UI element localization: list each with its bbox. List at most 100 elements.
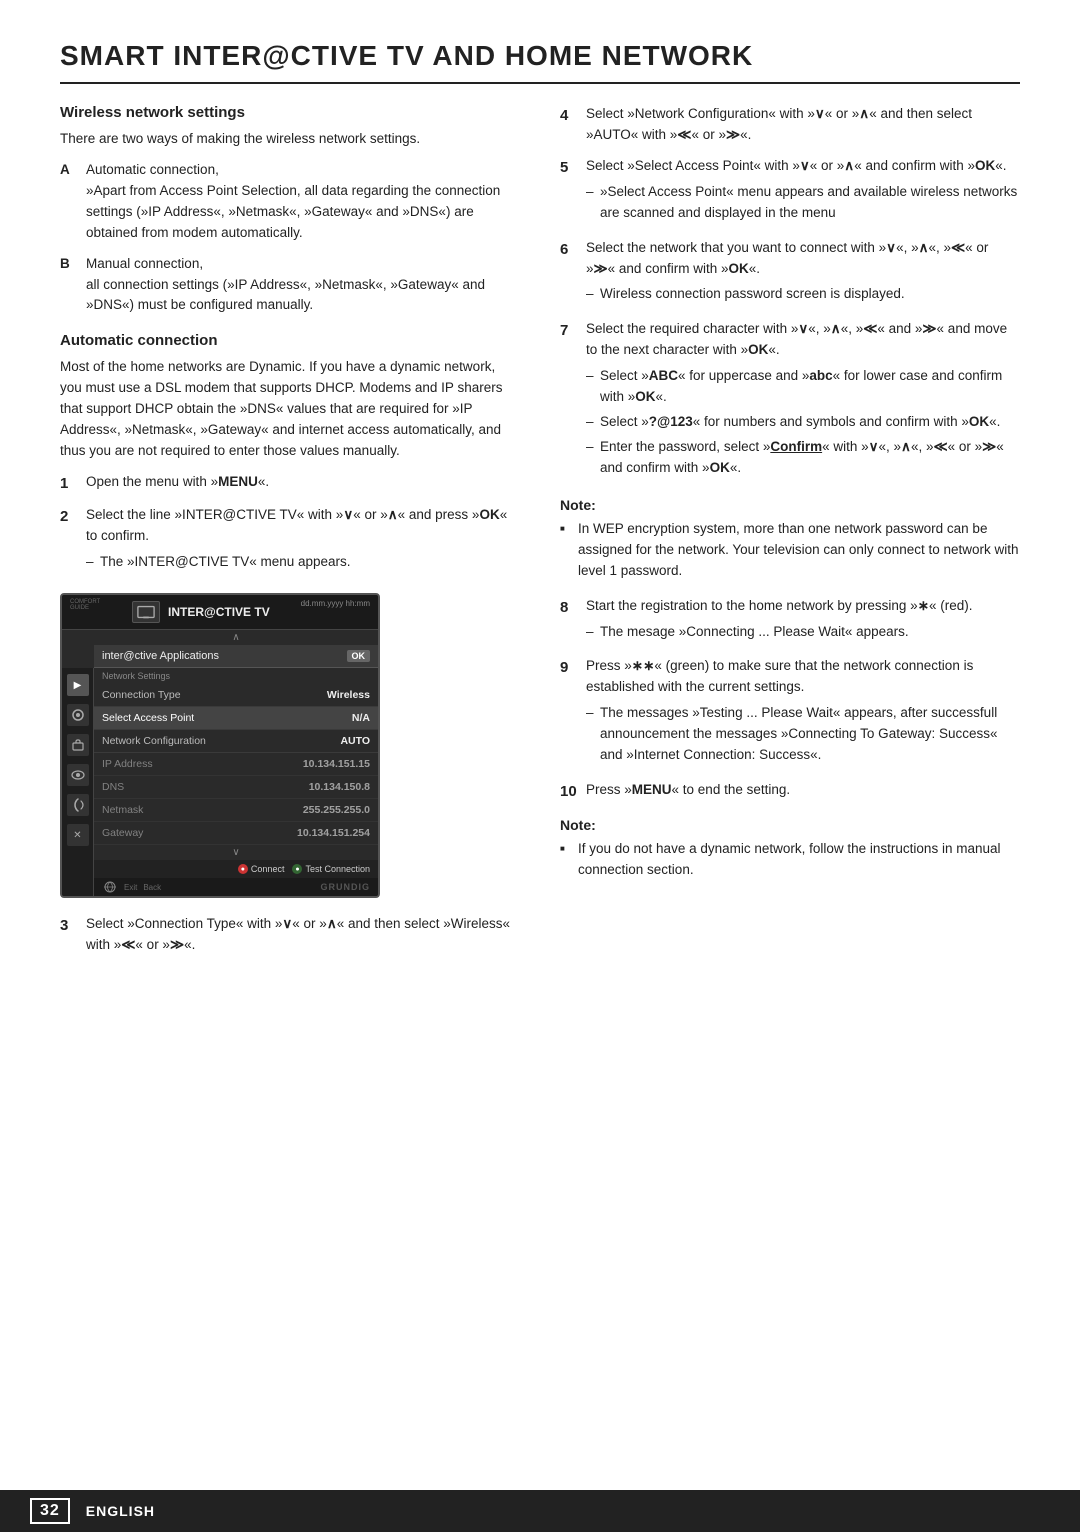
tv-row-value: 10.134.150.8 [309,781,370,793]
list-item: B Manual connection, all connection sett… [60,254,520,317]
tv-row-value: Wireless [327,689,370,701]
tv-menu-screenshot: COMFORTGUIDE INTER@CTIVE TV dd.mm.yyyy h… [60,593,520,898]
tv-app-name: inter@ctive Applications [102,650,219,662]
step-7-content: Select the required character with »∨«, … [586,319,1020,482]
step-8: 8 Start the registration to the home net… [560,596,1020,647]
step-5: 5 Select »Select Access Point« with »∨« … [560,156,1020,228]
note-bullets-1: In WEP encryption system, more than one … [560,519,1020,582]
tv-sidebar: ▶ [62,668,94,896]
note-title-2: Note: [560,817,1020,833]
sub-bullet-item: Select »ABC« for uppercase and »abc« for… [586,366,1020,408]
step-9: 9 Press »∗∗« (green) to make sure that t… [560,656,1020,770]
step-number: 10 [560,780,578,803]
step-number: 5 [560,156,578,228]
step-number: 3 [60,914,78,956]
tv-ok-btn: OK [347,650,371,662]
tv-chevron-up: ∧ [94,630,378,645]
tv-row-value: 255.255.255.0 [303,804,370,816]
sub-bullet-item: The messages »Testing ... Please Wait« a… [586,703,1020,766]
list-item: A Automatic connection, »Apart from Acce… [60,160,520,244]
tv-row-network-config: Network Configuration AUTO [94,730,378,753]
connection-types-list: A Automatic connection, »Apart from Acce… [60,160,520,316]
step-6: 6 Select the network that you want to co… [560,238,1020,310]
green-dot-icon: ● [292,864,302,874]
tv-row-connection-type: Connection Type Wireless [94,684,378,707]
tv-row-value: AUTO [340,735,370,747]
tv-chevron-down: ∨ [94,845,378,860]
menu-key: MENU [218,474,258,489]
sub-bullet-item: The »INTER@CTIVE TV« menu appears. [86,552,520,573]
step-6-content: Select the network that you want to conn… [586,238,1020,310]
sub-bullet-item: »Select Access Point« menu appears and a… [586,182,1020,224]
note-bullets-2: If you do not have a dynamic network, fo… [560,839,1020,881]
note-bullet-item: In WEP encryption system, more than one … [560,519,1020,582]
step-number: 9 [560,656,578,770]
tv-app-bar: inter@ctive Applications OK [94,645,378,668]
tv-row-label: Connection Type [102,689,181,701]
tv-test-btn: ● Test Connection [292,864,370,874]
step-number: 1 [60,472,78,495]
note-box-1: Note: In WEP encryption system, more tha… [560,497,1020,582]
sub-bullet-item: Select »?@123« for numbers and symbols a… [586,412,1020,433]
tv-menu-title: INTER@CTIVE TV [168,605,270,619]
tv-body: ∧ inter@ctive Applications OK Network Se… [94,630,378,896]
step-4-content: Select »Network Configuration« with »∨« … [586,104,1020,146]
step-number: 4 [560,104,578,146]
step-2-content: Select the line »INTER@CTIVE TV« with »∨… [86,505,520,577]
steps-list-right: 4 Select »Network Configuration« with »∨… [560,104,1020,483]
steps-list-left: 1 Open the menu with »MENU«. 2 Select th… [60,472,520,577]
tv-row-label: IP Address [102,758,153,770]
step-1: 1 Open the menu with »MENU«. [60,472,520,495]
tv-row-label: Select Access Point [102,712,194,724]
note-bullet-item: If you do not have a dynamic network, fo… [560,839,1020,881]
list-letter-a: A [60,160,76,244]
back-label: Back [143,883,161,892]
sub-bullet-item: Wireless connection password screen is d… [586,284,1020,305]
tv-row-label: Gateway [102,827,143,839]
step-number: 7 [560,319,578,482]
note-box-2: Note: If you do not have a dynamic netwo… [560,817,1020,881]
tv-footer-buttons: ● Connect ● Test Connection [94,860,378,878]
step-5-content: Select »Select Access Point« with »∨« or… [586,156,1020,228]
auto-connection-text: Most of the home networks are Dynamic. I… [60,357,520,462]
red-dot-icon: ● [238,864,248,874]
tv-footer-bottom: Exit Back GRUNDIG [94,878,378,896]
tv-row-label: DNS [102,781,124,793]
connect-label: Connect [251,864,285,874]
tv-row-label: Network Configuration [102,735,206,747]
step-8-content: Start the registration to the home netwo… [586,596,1020,647]
step-10: 10 Press »MENU« to end the setting. [560,780,1020,803]
step-3: 3 Select »Connection Type« with »∨« or »… [60,914,520,956]
tv-row-ip-address: IP Address 10.134.151.15 [94,753,378,776]
list-letter-b: B [60,254,76,317]
tv-connect-btn: ● Connect [238,864,285,874]
tv-channel-icon [132,601,160,623]
tv-row-value: 10.134.151.254 [297,827,370,839]
sidebar-icon-eye [67,764,89,786]
tv-datetime: dd.mm.yyyy hh:mm [301,599,370,608]
connection-type-a-text: Automatic connection, »Apart from Access… [86,160,520,244]
step-7: 7 Select the required character with »∨«… [560,319,1020,482]
page-footer: 32 ENGLISH [0,1490,1080,1532]
sidebar-icon-network [67,734,89,756]
page-number: 32 [30,1498,70,1524]
grundig-logo: GRUNDIG [321,882,371,892]
tv-row-value: N/A [352,712,370,724]
step-number: 2 [60,505,78,577]
step-10-content: Press »MENU« to end the setting. [586,780,1020,803]
language-label: ENGLISH [86,1503,155,1519]
connection-type-b-text: Manual connection, all connection settin… [86,254,520,317]
wireless-section-title: Wireless network settings [60,104,520,121]
tv-row-dns: DNS 10.134.150.8 [94,776,378,799]
sidebar-icon-tools: ✕ [67,824,89,846]
tv-brand: COMFORTGUIDE [70,599,100,611]
tv-section-label: Network Settings [94,668,378,684]
sub-bullet-item: Enter the password, select »Confirm« wit… [586,437,1020,479]
comfort-guide-label: COMFORTGUIDE [70,599,100,611]
sub-bullet-item: The mesage »Connecting ... Please Wait« … [586,622,1020,643]
left-column: Wireless network settings There are two … [60,104,520,966]
steps-list-right-2: 8 Start the registration to the home net… [560,596,1020,804]
step-number: 6 [560,238,578,310]
tv-row-gateway: Gateway 10.134.151.254 [94,822,378,845]
sidebar-icon-play: ▶ [67,674,89,696]
